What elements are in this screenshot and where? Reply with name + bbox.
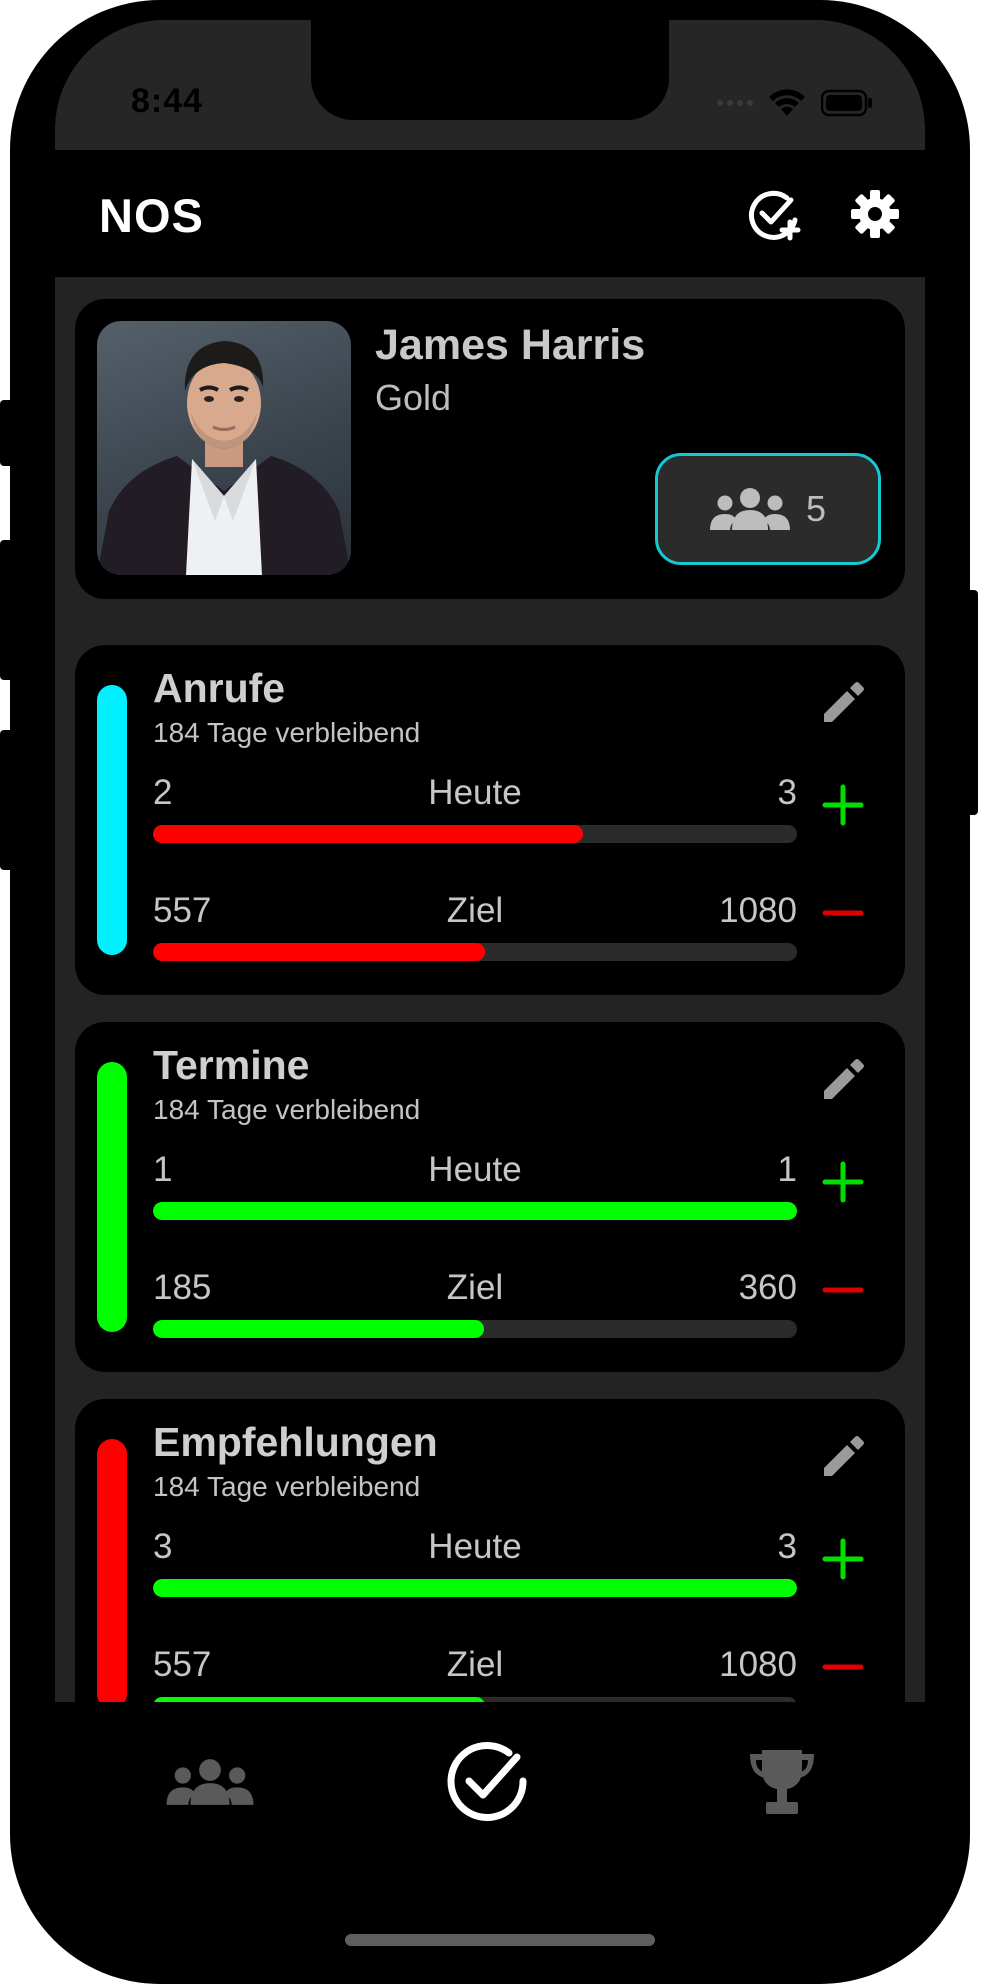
plus-icon bbox=[822, 1161, 864, 1203]
cellular-signal-icon bbox=[717, 100, 753, 106]
status-time: 8:44 bbox=[131, 82, 204, 120]
today-progress-fill bbox=[153, 825, 583, 843]
goal-progress-fill bbox=[153, 1320, 485, 1338]
decrement-button[interactable] bbox=[813, 883, 873, 943]
goal-accent-bar bbox=[97, 1439, 127, 1702]
team-icon bbox=[709, 488, 790, 530]
goal-remaining-days: 184 Tage verbleibend bbox=[153, 1471, 421, 1502]
screen: 8:44 NOS James Harris Gold 5 Anrufe 184 … bbox=[55, 20, 925, 1964]
goal-progress-fill bbox=[153, 943, 486, 961]
gear-icon bbox=[851, 190, 899, 238]
profile-card: James Harris Gold 5 bbox=[75, 299, 905, 599]
goal-target: 1080 bbox=[719, 1645, 797, 1684]
today-progress-fill bbox=[153, 1202, 797, 1220]
increment-button[interactable] bbox=[813, 775, 873, 835]
increment-button[interactable] bbox=[813, 1529, 873, 1589]
avatar bbox=[97, 321, 351, 575]
today-target: 3 bbox=[777, 773, 797, 812]
home-indicator bbox=[345, 1934, 655, 1946]
goal-remaining-days: 184 Tage verbleibend bbox=[153, 717, 421, 748]
goal-accent-bar bbox=[97, 685, 127, 955]
phone-frame: 8:44 NOS James Harris Gold 5 Anrufe 184 … bbox=[10, 0, 970, 1984]
today-progress-bar bbox=[153, 1579, 797, 1597]
status-icons bbox=[717, 86, 873, 120]
nav-goals[interactable] bbox=[433, 1732, 543, 1832]
goal-title: Anrufe bbox=[153, 665, 286, 711]
trophy-icon bbox=[750, 1750, 814, 1814]
goal-target: 1080 bbox=[719, 891, 797, 930]
settings-button[interactable] bbox=[845, 184, 905, 244]
decrement-button[interactable] bbox=[813, 1637, 873, 1697]
goal-accent-bar bbox=[97, 1062, 127, 1332]
team-members-button[interactable]: 5 bbox=[655, 453, 881, 565]
today-target: 3 bbox=[777, 1527, 797, 1566]
plus-icon bbox=[822, 1538, 864, 1580]
goal-card: Anrufe 184 Tage verbleibend 2 Heute 3 55… bbox=[75, 645, 905, 995]
edit-goal-button[interactable] bbox=[813, 673, 873, 733]
add-goal-button[interactable] bbox=[745, 184, 805, 244]
minus-icon bbox=[822, 1287, 864, 1293]
goal-progress-bar bbox=[153, 1320, 797, 1338]
pencil-icon bbox=[824, 1436, 864, 1476]
bottom-navigation bbox=[55, 1702, 925, 1964]
minus-icon bbox=[822, 1664, 864, 1670]
edit-goal-button[interactable] bbox=[813, 1427, 873, 1487]
team-icon bbox=[166, 1759, 254, 1805]
check-circle-icon bbox=[447, 1742, 527, 1821]
goal-card: Termine 184 Tage verbleibend 1 Heute 1 1… bbox=[75, 1022, 905, 1372]
status-bar: 8:44 bbox=[55, 20, 925, 150]
profile-name: James Harris bbox=[375, 321, 646, 369]
profile-level: Gold bbox=[375, 377, 452, 418]
nav-trophies[interactable] bbox=[727, 1732, 837, 1832]
decrement-button[interactable] bbox=[813, 1260, 873, 1320]
goal-card: Empfehlungen 184 Tage verbleibend 3 Heut… bbox=[75, 1399, 905, 1702]
nav-team[interactable] bbox=[155, 1732, 265, 1832]
notch bbox=[311, 20, 669, 120]
wifi-icon bbox=[767, 88, 807, 118]
increment-button[interactable] bbox=[813, 1152, 873, 1212]
pencil-icon bbox=[824, 682, 864, 722]
app-title: NOS bbox=[99, 189, 204, 242]
goal-title: Empfehlungen bbox=[153, 1419, 438, 1465]
goal-remaining-days: 184 Tage verbleibend bbox=[153, 1094, 421, 1125]
plus-icon bbox=[822, 784, 864, 826]
today-progress-fill bbox=[153, 1579, 797, 1597]
today-target: 1 bbox=[777, 1150, 797, 1189]
pencil-icon bbox=[824, 1059, 864, 1099]
goal-title: Termine bbox=[153, 1042, 310, 1088]
minus-icon bbox=[822, 910, 864, 916]
goals-list: James Harris Gold 5 Anrufe 184 Tage verb… bbox=[55, 277, 925, 1702]
today-progress-bar bbox=[153, 1202, 797, 1220]
today-progress-bar bbox=[153, 825, 797, 843]
team-count: 5 bbox=[805, 488, 827, 529]
goal-progress-bar bbox=[153, 943, 797, 961]
goal-target: 360 bbox=[738, 1268, 797, 1307]
app-bar: NOS bbox=[55, 150, 925, 277]
edit-goal-button[interactable] bbox=[813, 1050, 873, 1110]
check-circle-plus-icon bbox=[749, 190, 801, 241]
battery-icon bbox=[821, 89, 873, 117]
